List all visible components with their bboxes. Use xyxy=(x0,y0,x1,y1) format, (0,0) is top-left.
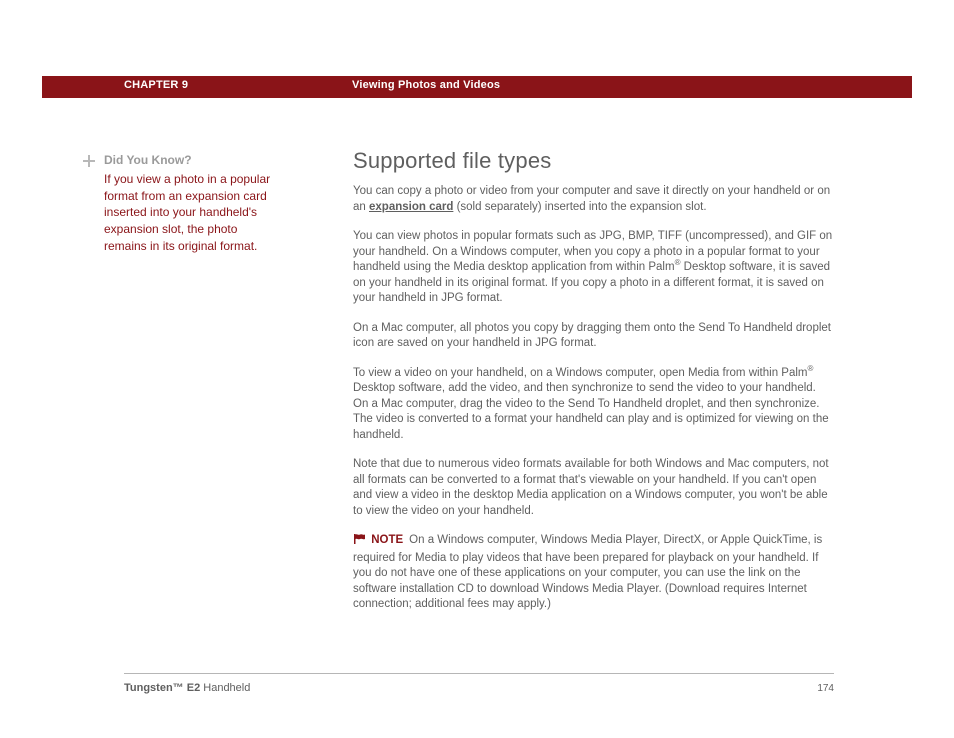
footer-page-number: 174 xyxy=(817,683,834,694)
footer-rule xyxy=(124,673,834,674)
paragraph-video: To view a video on your handheld, on a W… xyxy=(353,366,833,444)
footer-product-rest: Handheld xyxy=(200,682,250,694)
intro-paragraph: You can copy a photo or video from your … xyxy=(353,184,833,215)
note-body: On a Windows computer, Windows Media Pla… xyxy=(353,534,822,610)
paragraph-mac: On a Mac computer, all photos you copy b… xyxy=(353,321,833,352)
intro-text-post: (sold separately) inserted into the expa… xyxy=(453,201,706,213)
main-content: Supported file types You can copy a phot… xyxy=(353,148,833,613)
did-you-know-body: If you view a photo in a popular format … xyxy=(104,171,274,255)
paragraph-formats: You can view photos in popular formats s… xyxy=(353,229,833,307)
did-you-know-title: Did You Know? xyxy=(104,152,274,169)
section-title: Supported file types xyxy=(353,148,833,174)
chapter-label: CHAPTER 9 xyxy=(124,79,188,91)
registered-mark: ® xyxy=(808,364,814,373)
expansion-card-link[interactable]: expansion card xyxy=(369,201,453,213)
p4-text-b: Desktop software, add the video, and the… xyxy=(353,382,829,441)
chapter-title: Viewing Photos and Videos xyxy=(352,79,500,91)
p4-text-a: To view a video on your handheld, on a W… xyxy=(353,367,808,379)
footer-product: Tungsten™ E2 Handheld xyxy=(124,682,250,694)
note-label: NOTE xyxy=(371,534,403,546)
note-block: NOTEOn a Windows computer, Windows Media… xyxy=(353,533,833,613)
document-page: CHAPTER 9 Viewing Photos and Videos Did … xyxy=(0,0,954,738)
plus-icon xyxy=(82,154,96,168)
sidebar-did-you-know: Did You Know? If you view a photo in a p… xyxy=(104,152,274,255)
flag-icon xyxy=(353,533,366,551)
chapter-header-bar: CHAPTER 9 Viewing Photos and Videos xyxy=(42,76,912,98)
footer-product-bold: Tungsten™ E2 xyxy=(124,682,200,694)
paragraph-limits: Note that due to numerous video formats … xyxy=(353,457,833,519)
